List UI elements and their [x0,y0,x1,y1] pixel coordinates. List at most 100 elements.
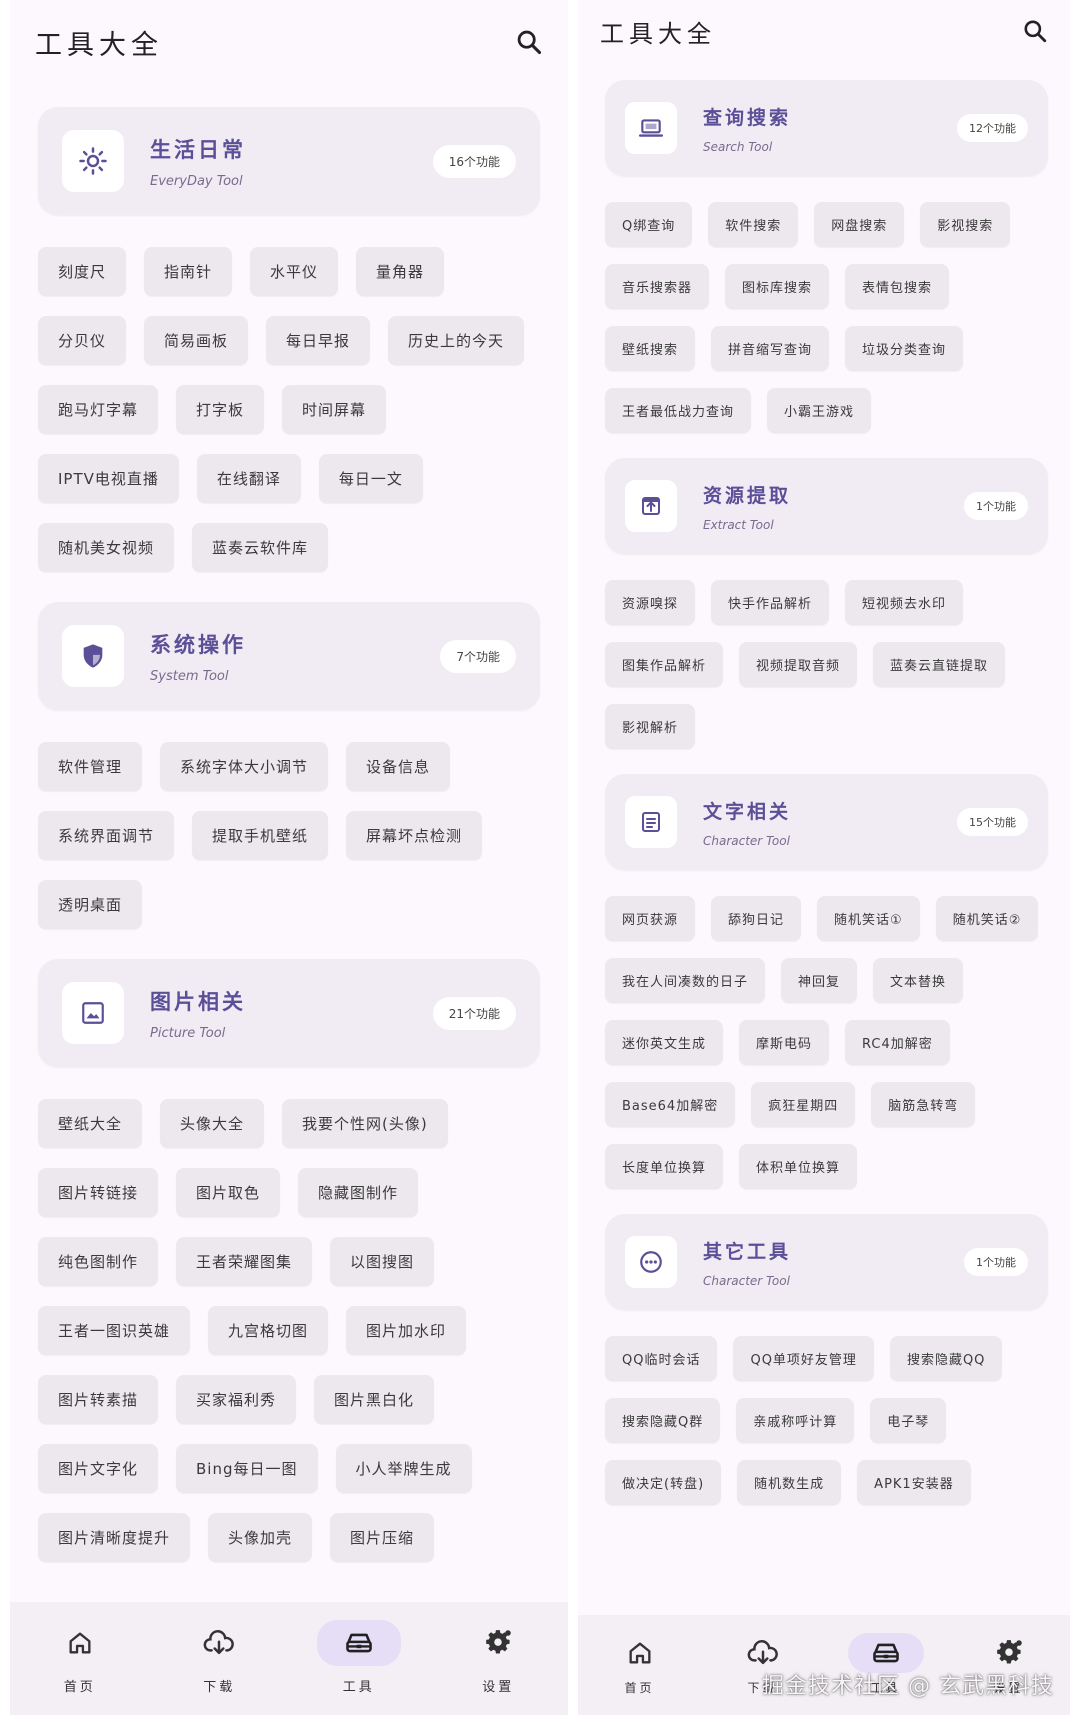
tool-chip[interactable]: 屏幕坏点检测 [346,811,483,860]
tool-chip[interactable]: 时间屏幕 [282,385,387,434]
tool-chip[interactable]: 随机数生成 [737,1460,842,1505]
tool-chip[interactable]: 摩斯电码 [739,1020,830,1065]
tool-chip[interactable]: 电子琴 [870,1398,947,1443]
tool-chip[interactable]: 资源嗅探 [605,580,696,625]
tool-chip[interactable]: 历史上的今天 [388,316,525,365]
tool-chip[interactable]: 纯色图制作 [38,1237,159,1286]
tool-chip[interactable]: 脑筋急转弯 [871,1082,976,1127]
tool-chip[interactable]: 王者最低战力查询 [605,388,752,433]
tool-chip[interactable]: 图片转素描 [38,1375,159,1424]
category-card[interactable]: 图片相关 Picture Tool 21个功能 [38,959,540,1067]
tool-chip[interactable]: 快手作品解析 [711,580,830,625]
tool-chip[interactable]: 长度单位换算 [605,1144,724,1189]
tool-chip[interactable]: 王者荣耀图集 [176,1237,313,1286]
tool-chip[interactable]: 刻度尺 [38,247,127,296]
category-card[interactable]: 其它工具 Character Tool 1个功能 [605,1214,1048,1310]
tool-chip[interactable]: 王者一图识英雄 [38,1306,191,1355]
tool-chip[interactable]: 提取手机壁纸 [192,811,329,860]
tool-chip[interactable]: 音乐搜索器 [605,264,710,309]
search-icon[interactable] [512,25,546,59]
tool-chip[interactable]: QQ单项好友管理 [733,1336,874,1381]
category-card[interactable]: 查询搜索 Search Tool 12个功能 [605,80,1048,176]
tool-chip[interactable]: 图片压缩 [330,1513,435,1562]
tool-chip[interactable]: 透明桌面 [38,880,143,929]
tool-chip[interactable]: 亲戚称呼计算 [736,1398,855,1443]
tool-chip[interactable]: 图标库搜索 [725,264,830,309]
tool-chip[interactable]: 头像加壳 [208,1513,313,1562]
tool-chip[interactable]: 图片转链接 [38,1168,159,1217]
tool-chip[interactable]: 简易画板 [144,316,249,365]
tool-chip[interactable]: 指南针 [144,247,233,296]
tool-chip[interactable]: 每日早报 [266,316,371,365]
tool-chip[interactable]: 舔狗日记 [711,896,802,941]
tool-chip[interactable]: 分贝仪 [38,316,127,365]
tool-chip[interactable]: IPTV电视直播 [38,454,179,503]
tool-chip[interactable]: 系统界面调节 [38,811,175,860]
tool-chip[interactable]: 随机美女视频 [38,523,175,572]
tool-chip[interactable]: 我在人间凑数的日子 [605,958,766,1003]
nav-item[interactable]: 工具 [309,1620,409,1695]
tool-chip[interactable]: 头像大全 [160,1099,265,1148]
tool-chip[interactable]: 九宫格切图 [208,1306,329,1355]
tool-chip[interactable]: QQ临时会话 [605,1336,718,1381]
tool-chip[interactable]: 设备信息 [346,742,451,791]
tool-chip[interactable]: 隐藏图制作 [298,1168,419,1217]
tool-chip[interactable]: 神回复 [781,958,858,1003]
tool-chip[interactable]: 每日一文 [318,454,423,503]
tool-chip[interactable]: 疯狂星期四 [751,1082,856,1127]
tool-chip[interactable]: 搜索隐藏QQ [889,1336,1003,1381]
tool-chip[interactable]: 软件管理 [38,742,143,791]
tool-chip[interactable]: 随机笑话① [817,896,920,941]
search-icon[interactable] [1018,14,1052,48]
tool-chip[interactable]: Bing每日一图 [176,1444,318,1493]
tool-chip[interactable]: 打字板 [176,385,265,434]
tool-chip[interactable]: Q绑查询 [605,202,693,247]
tool-chip[interactable]: 蓝奏云软件库 [192,523,329,572]
tool-chip[interactable]: 小人举牌生成 [335,1444,472,1493]
tool-chip[interactable]: 垃圾分类查询 [845,326,964,371]
category-card[interactable]: 文字相关 Character Tool 15个功能 [605,774,1048,870]
tool-chip[interactable]: 软件搜索 [708,202,799,247]
tool-chip[interactable]: 图片取色 [176,1168,281,1217]
tool-chip[interactable]: 迷你英文生成 [605,1020,724,1065]
nav-item[interactable]: 首页 [30,1620,130,1695]
tool-chip[interactable]: 在线翻译 [196,454,301,503]
tool-chip[interactable]: 影视搜索 [920,202,1011,247]
tool-chip[interactable]: 搜索隐藏Q群 [605,1398,721,1443]
tool-chip[interactable]: 壁纸搜索 [605,326,696,371]
tool-chip[interactable]: 壁纸大全 [38,1099,143,1148]
tool-chip[interactable]: 网盘搜索 [814,202,905,247]
category-card[interactable]: 生活日常 EveryDay Tool 16个功能 [38,107,540,215]
category-card[interactable]: 资源提取 Extract Tool 1个功能 [605,458,1048,554]
nav-item[interactable]: 设置 [448,1620,548,1695]
tool-chip[interactable]: 蓝奏云直链提取 [873,642,1006,687]
tool-chip[interactable]: 量角器 [356,247,445,296]
tool-chip[interactable]: 体积单位换算 [739,1144,858,1189]
nav-item[interactable]: 下载 [169,1620,269,1695]
tool-chip[interactable]: 系统字体大小调节 [160,742,329,791]
category-card[interactable]: 系统操作 System Tool 7个功能 [38,602,540,710]
tool-chip[interactable]: 短视频去水印 [845,580,964,625]
tool-chip[interactable]: 影视解析 [605,704,696,749]
tool-chip[interactable]: 跑马灯字幕 [38,385,159,434]
tool-chip[interactable]: 我要个性网(头像) [282,1099,448,1148]
tool-chip[interactable]: 表情包搜索 [845,264,950,309]
tool-chip[interactable]: 拼音缩写查询 [711,326,830,371]
nav-item[interactable]: 首页 [590,1633,690,1696]
tool-chip[interactable]: 小霸王游戏 [767,388,872,433]
tool-chip[interactable]: APK1安装器 [857,1460,971,1505]
tool-chip[interactable]: RC4加解密 [845,1020,950,1065]
tool-chip[interactable]: 水平仪 [250,247,339,296]
tool-chip[interactable]: 图片黑白化 [314,1375,435,1424]
tool-chip[interactable]: 图片清晰度提升 [38,1513,191,1562]
tool-chip[interactable]: 以图搜图 [330,1237,435,1286]
tool-chip[interactable]: 随机笑话② [935,896,1039,941]
tool-chip[interactable]: 网页获源 [605,896,696,941]
tool-chip[interactable]: 图片文字化 [38,1444,159,1493]
tool-chip[interactable]: 做决定(转盘) [605,1460,722,1505]
tool-chip[interactable]: 图片加水印 [346,1306,467,1355]
tool-chip[interactable]: 文本替换 [873,958,964,1003]
tool-chip[interactable]: 图集作品解析 [605,642,724,687]
tool-chip[interactable]: Base64加解密 [605,1082,736,1127]
tool-chip[interactable]: 视频提取音频 [739,642,858,687]
